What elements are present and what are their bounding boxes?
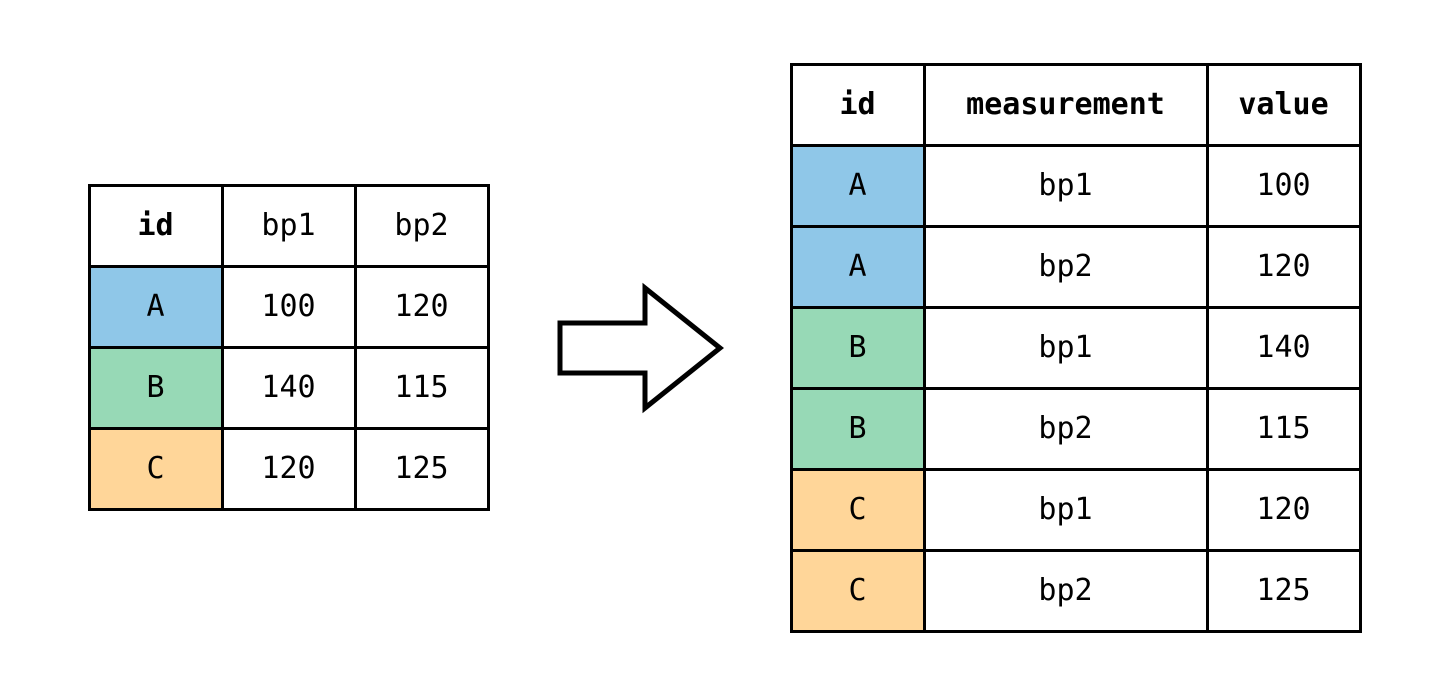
table-row: C 120 125 (89, 429, 488, 510)
table-header-row: id bp1 bp2 (89, 186, 488, 267)
cell-id: C (89, 429, 222, 510)
col-header-id: id (791, 64, 924, 145)
col-header-id: id (89, 186, 222, 267)
cell-id: C (791, 469, 924, 550)
cell-bp1: 140 (222, 348, 355, 429)
cell-measurement: bp1 (924, 145, 1207, 226)
col-header-bp1: bp1 (222, 186, 355, 267)
cell-bp1: 120 (222, 429, 355, 510)
long-table: id measurement value A bp1 100 A bp2 120… (790, 63, 1362, 633)
cell-bp2: 120 (355, 267, 488, 348)
cell-value: 125 (1207, 550, 1360, 631)
cell-id: B (791, 307, 924, 388)
cell-value: 120 (1207, 469, 1360, 550)
cell-bp2: 125 (355, 429, 488, 510)
cell-measurement: bp1 (924, 307, 1207, 388)
table-row: B bp1 140 (791, 307, 1360, 388)
col-header-value: value (1207, 64, 1360, 145)
cell-id: B (791, 388, 924, 469)
table-row: A bp1 100 (791, 145, 1360, 226)
cell-id: B (89, 348, 222, 429)
table-row: C bp1 120 (791, 469, 1360, 550)
cell-id: A (791, 145, 924, 226)
table-row: B bp2 115 (791, 388, 1360, 469)
cell-id: C (791, 550, 924, 631)
cell-measurement: bp2 (924, 388, 1207, 469)
cell-value: 115 (1207, 388, 1360, 469)
transform-arrow-icon (550, 258, 730, 438)
col-header-bp2: bp2 (355, 186, 488, 267)
cell-value: 140 (1207, 307, 1360, 388)
table-row: A 100 120 (89, 267, 488, 348)
cell-id: A (89, 267, 222, 348)
cell-bp1: 100 (222, 267, 355, 348)
cell-value: 100 (1207, 145, 1360, 226)
table-header-row: id measurement value (791, 64, 1360, 145)
wide-table: id bp1 bp2 A 100 120 B 140 115 C 120 125 (88, 184, 490, 511)
table-row: B 140 115 (89, 348, 488, 429)
table-row: A bp2 120 (791, 226, 1360, 307)
cell-measurement: bp1 (924, 469, 1207, 550)
table-row: C bp2 125 (791, 550, 1360, 631)
cell-value: 120 (1207, 226, 1360, 307)
col-header-measurement: measurement (924, 64, 1207, 145)
cell-measurement: bp2 (924, 550, 1207, 631)
cell-bp2: 115 (355, 348, 488, 429)
cell-id: A (791, 226, 924, 307)
cell-measurement: bp2 (924, 226, 1207, 307)
